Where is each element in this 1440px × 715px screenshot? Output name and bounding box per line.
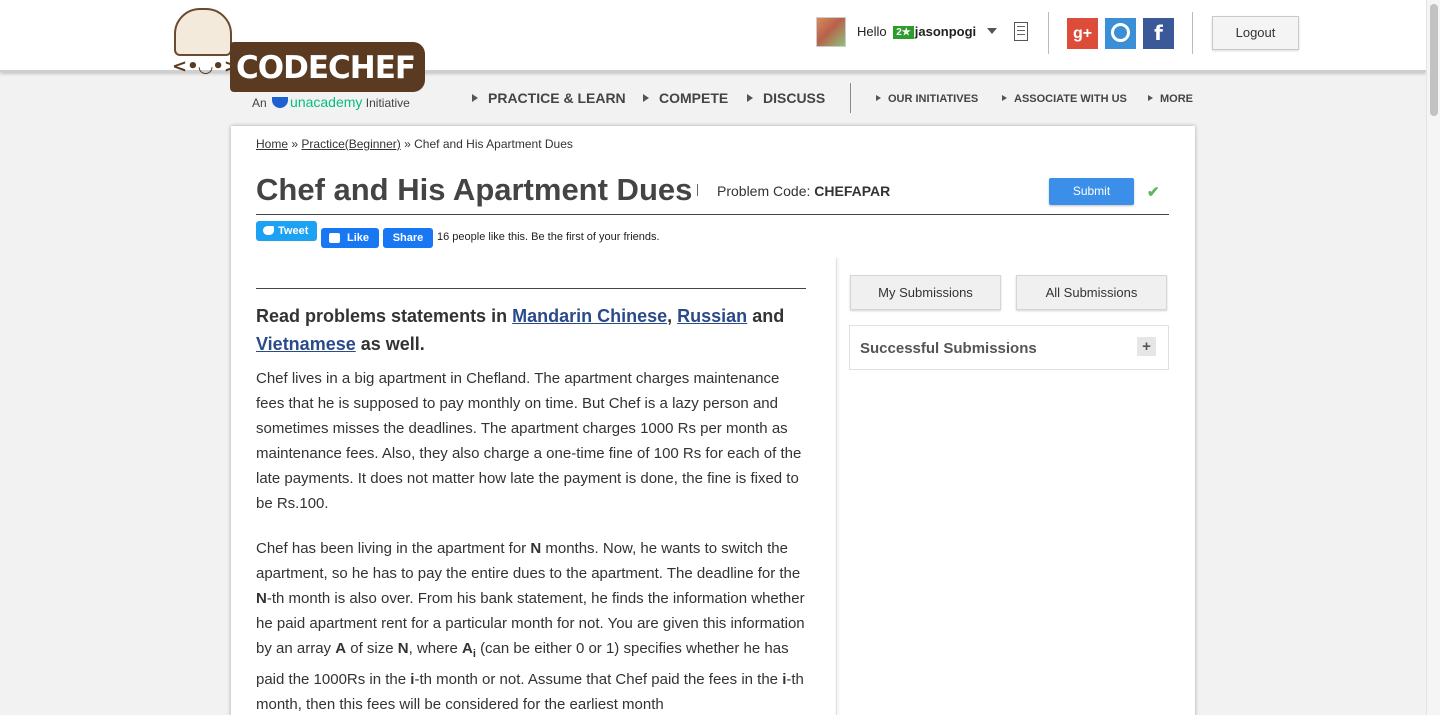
nav-label: ASSOCIATE WITH US — [1014, 93, 1127, 105]
nav-label: DISCUSS — [763, 90, 826, 106]
nav-label: OUR INITIATIVES — [888, 93, 979, 105]
like-label: Like — [347, 232, 370, 244]
caret-right-icon — [472, 94, 478, 102]
link-russian[interactable]: Russian — [677, 306, 747, 326]
breadcrumb-separator: » — [291, 137, 299, 151]
chevron-down-icon[interactable] — [986, 28, 997, 34]
nav-associate-with-us[interactable]: ASSOCIATE WITH US — [1002, 93, 1127, 105]
statement-paragraph: Chef has been living in the apartment fo… — [256, 540, 805, 713]
breadcrumb: Home » Practice(Beginner) » Chef and His… — [256, 137, 573, 151]
user-menu[interactable]: Hello 2★ jasonpogi — [857, 24, 997, 39]
problem-code: Problem Code: CHEFAPAR — [717, 183, 890, 199]
title-divider-line — [256, 214, 1169, 215]
tweet-label: Tweet — [278, 225, 309, 237]
translations-and: and — [752, 306, 785, 326]
facebook-icon[interactable]: f — [1143, 18, 1174, 49]
check-icon: ✔ — [1147, 184, 1160, 201]
chef-face-icon: <•◡•> — [172, 56, 240, 77]
breadcrumb-separator: » — [404, 137, 411, 151]
facebook-like-count: 16 people like this. Be the first of you… — [437, 231, 660, 243]
nav-label: PRACTICE & LEARN — [488, 90, 626, 106]
link-vietnamese[interactable]: Vietnamese — [256, 334, 356, 354]
nav-label: COMPETE — [659, 90, 729, 106]
initiative-prefix: An — [252, 96, 267, 110]
expand-icon[interactable]: + — [1137, 337, 1156, 356]
caret-right-icon — [1148, 95, 1153, 101]
statement-paragraph: Chef lives in a big apartment in Cheflan… — [256, 370, 802, 512]
page-title: Chef and His Apartment Dues — [256, 172, 693, 207]
page-scrollbar[interactable] — [1426, 0, 1440, 715]
nav-practice-learn[interactable]: PRACTICE & LEARN — [472, 90, 626, 106]
initiative-brand: unacademy — [290, 94, 363, 110]
google-plus-icon[interactable]: g+ — [1067, 18, 1098, 49]
translations-heading: Read problems statements in Mandarin Chi… — [256, 306, 785, 354]
successful-submissions-label: Successful Submissions — [860, 340, 1037, 357]
logout-button[interactable]: Logout — [1212, 16, 1299, 50]
github-icon[interactable] — [1105, 18, 1136, 49]
nav-label: MORE — [1160, 93, 1193, 105]
submit-button[interactable]: Submit — [1049, 178, 1134, 205]
header-divider — [1192, 12, 1193, 54]
codechef-logo[interactable]: <•◡•> CODECHEF An unacademy Initiative — [168, 6, 430, 114]
caret-right-icon — [1002, 95, 1007, 101]
star-rating-badge: 2★ — [893, 26, 914, 39]
nav-more[interactable]: MORE — [1148, 93, 1193, 105]
initiative-suffix: Initiative — [365, 96, 410, 110]
twitter-icon — [263, 226, 274, 235]
username: jasonpogi — [914, 24, 977, 39]
my-submissions-button[interactable]: My Submissions — [850, 275, 1001, 310]
scrollbar-thumb[interactable] — [1430, 4, 1438, 116]
nav-compete[interactable]: COMPETE — [643, 90, 728, 106]
nav-our-initiatives[interactable]: OUR INITIATIVES — [876, 93, 978, 105]
nav-discuss[interactable]: DISCUSS — [747, 90, 825, 106]
all-submissions-button[interactable]: All Submissions — [1016, 275, 1167, 310]
caret-right-icon — [643, 94, 649, 102]
column-divider — [836, 258, 837, 715]
unacademy-icon — [272, 97, 289, 108]
nav-divider — [850, 83, 851, 113]
tweet-button[interactable]: Tweet — [256, 221, 317, 241]
translations-suffix: as well. — [360, 334, 425, 354]
breadcrumb-practice[interactable]: Practice(Beginner) — [301, 137, 400, 151]
avatar[interactable] — [816, 17, 846, 47]
thumbs-up-icon — [329, 233, 340, 243]
title-divider — [697, 184, 698, 196]
header-divider — [1048, 12, 1049, 54]
caret-right-icon — [747, 94, 753, 102]
problem-code-value: CHEFAPAR — [814, 183, 891, 199]
notes-icon[interactable] — [1014, 22, 1028, 41]
problem-code-label: Problem Code: — [717, 183, 811, 199]
problem-statement: Read problems statements in Mandarin Chi… — [256, 288, 806, 715]
facebook-share-button[interactable]: Share — [383, 228, 433, 248]
unacademy-initiative: An unacademy Initiative — [252, 94, 410, 110]
problem-card: Home » Practice(Beginner) » Chef and His… — [231, 126, 1195, 715]
greeting-text: Hello — [857, 24, 887, 39]
breadcrumb-home[interactable]: Home — [256, 137, 288, 151]
successful-submissions-panel[interactable]: Successful Submissions + — [849, 325, 1169, 370]
chef-hat-icon — [174, 8, 232, 56]
breadcrumb-current: Chef and His Apartment Dues — [414, 137, 573, 151]
link-mandarin-chinese[interactable]: Mandarin Chinese — [512, 306, 667, 326]
translations-prefix: Read problems statements in — [256, 306, 508, 326]
caret-right-icon — [876, 95, 881, 101]
statement-divider — [256, 288, 806, 289]
logo-wordmark: CODECHEF — [230, 42, 426, 92]
facebook-like-button[interactable]: Like — [321, 228, 379, 248]
